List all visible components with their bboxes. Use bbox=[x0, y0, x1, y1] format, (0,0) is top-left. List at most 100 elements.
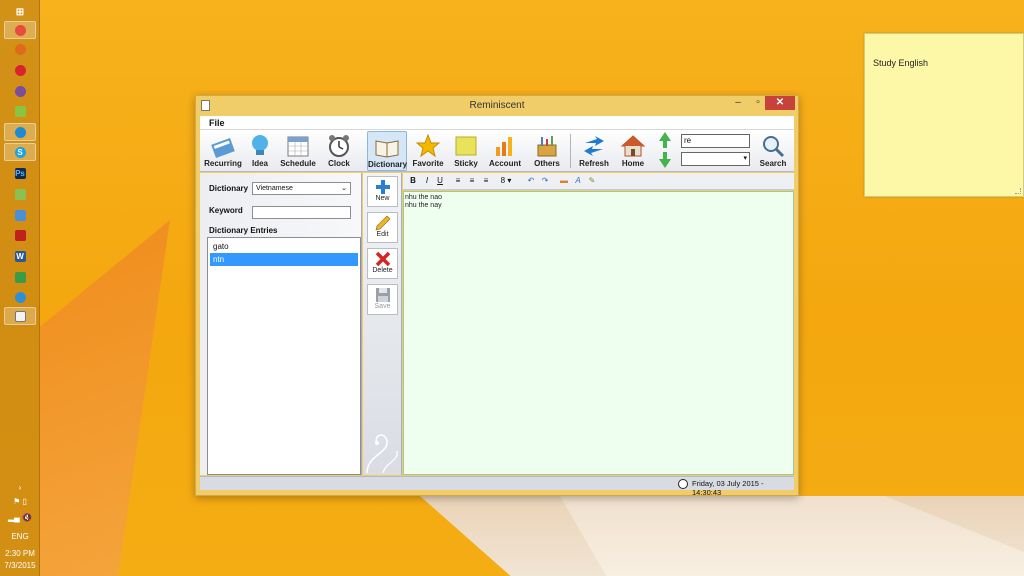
decorative-swirl bbox=[366, 434, 398, 474]
taskbar-skype[interactable]: S bbox=[4, 143, 36, 161]
sticky-note-text[interactable]: Study English bbox=[873, 58, 928, 68]
taskbar-reminiscent[interactable] bbox=[4, 307, 36, 325]
taskbar-firefox[interactable] bbox=[4, 40, 36, 58]
delete-button[interactable]: Delete bbox=[367, 248, 398, 279]
clock-time[interactable]: 2:30 PM bbox=[0, 549, 40, 558]
lightbulb-icon bbox=[252, 135, 268, 155]
close-button[interactable]: ✕ bbox=[765, 96, 795, 110]
editor-line: nhu the nao bbox=[405, 194, 442, 201]
photoshop-icon: Ps bbox=[14, 167, 26, 179]
new-button[interactable]: New bbox=[367, 176, 398, 207]
clock-button[interactable]: Clock bbox=[324, 131, 354, 171]
pencil-icon bbox=[375, 215, 390, 231]
keyword-input[interactable] bbox=[252, 206, 351, 219]
firefox-icon bbox=[14, 43, 26, 55]
chevron-down-icon: ▾ bbox=[743, 155, 747, 162]
taskbar-opera[interactable] bbox=[4, 61, 36, 79]
underline-button[interactable]: U bbox=[435, 175, 445, 187]
save-button[interactable]: Save bbox=[367, 284, 398, 315]
search-direction-arrows[interactable] bbox=[655, 131, 675, 171]
language-indicator[interactable]: ENG bbox=[0, 532, 40, 541]
dictionary-label: Dictionary bbox=[209, 184, 249, 193]
entries-label: Dictionary Entries bbox=[209, 226, 278, 235]
align-left-icon[interactable]: ≡ bbox=[452, 175, 464, 187]
recurring-button[interactable]: Recurring bbox=[204, 131, 242, 171]
status-bar: Friday, 03 July 2015 - 14:30:43 bbox=[200, 476, 794, 497]
definition-editor[interactable]: nhu the nao nhu the nay bbox=[403, 191, 794, 475]
keyword-label: Keyword bbox=[209, 206, 243, 215]
toolbar-separator bbox=[570, 134, 571, 168]
highlight-icon[interactable]: ▬ bbox=[558, 175, 570, 187]
taskbar-photoshop[interactable]: Ps bbox=[4, 164, 36, 182]
title-bar[interactable]: Reminiscent – ▫ ✕ bbox=[196, 96, 798, 115]
skype-icon: S bbox=[14, 146, 26, 158]
minimize-button[interactable]: – bbox=[731, 96, 745, 110]
tor-icon bbox=[14, 85, 26, 97]
bold-button[interactable]: B bbox=[408, 175, 418, 187]
clear-format-icon[interactable]: ✎ bbox=[586, 175, 598, 187]
idea-button[interactable]: Idea bbox=[246, 131, 274, 171]
search-category-select[interactable]: ▾ bbox=[681, 152, 750, 166]
menu-bar: File bbox=[200, 116, 794, 130]
notepad-icon bbox=[14, 188, 26, 200]
plus-icon bbox=[375, 180, 390, 194]
font-color-icon[interactable]: A bbox=[572, 175, 584, 187]
undo-icon[interactable]: ↶ bbox=[525, 175, 537, 187]
dictionary-select[interactable]: Vietnamese ⌄ bbox=[252, 182, 351, 195]
font-size-select[interactable]: 8 ▾ bbox=[497, 175, 515, 187]
resize-grip[interactable] bbox=[1015, 188, 1021, 194]
taskbar-ie[interactable] bbox=[4, 123, 36, 141]
alarm-clock-icon bbox=[329, 135, 349, 157]
taskbar-notepad[interactable] bbox=[4, 185, 36, 203]
sticky-button[interactable]: Sticky bbox=[450, 131, 482, 171]
dictionary-select-value: Vietnamese bbox=[256, 185, 293, 192]
android-icon bbox=[14, 105, 26, 117]
taskbar: ⊞ S Ps W › ⚑ ▯ ▂▄ 🔇 ENG 2:30 PM 7/3/2015 bbox=[0, 0, 40, 576]
wallpaper-shape bbox=[40, 220, 170, 576]
favorite-button[interactable]: Favorite bbox=[410, 131, 446, 171]
taskbar-acrobat[interactable] bbox=[4, 226, 36, 244]
taskbar-word[interactable]: W bbox=[4, 247, 36, 265]
tray-expand-icon[interactable]: › bbox=[0, 483, 40, 492]
list-item[interactable]: gato bbox=[210, 240, 358, 253]
refresh-button[interactable]: Refresh bbox=[576, 131, 612, 171]
taskbar-app-blue[interactable] bbox=[4, 288, 36, 306]
refresh-icon bbox=[584, 136, 604, 156]
ie-icon bbox=[14, 126, 26, 138]
toolbox-icon bbox=[537, 136, 557, 157]
opera-icon bbox=[14, 64, 26, 76]
magnifier-icon bbox=[763, 136, 785, 158]
entries-list[interactable]: gato ntn bbox=[207, 237, 361, 475]
italic-button[interactable]: I bbox=[422, 175, 432, 187]
clipboard-icon bbox=[14, 310, 26, 322]
menu-file[interactable]: File bbox=[209, 118, 225, 128]
taskbar-tor[interactable] bbox=[4, 82, 36, 100]
search-input[interactable]: re bbox=[681, 134, 750, 148]
edit-button[interactable]: Edit bbox=[367, 212, 398, 243]
dictionary-button[interactable]: Dictionary bbox=[367, 131, 407, 171]
main-toolbar: Recurring Idea Schedule Clock Dictionary… bbox=[200, 130, 794, 172]
sticky-note[interactable]: Study English bbox=[864, 33, 1024, 197]
taskbar-chrome[interactable] bbox=[4, 21, 36, 39]
account-button[interactable]: Account bbox=[486, 131, 524, 171]
clock-date[interactable]: 7/3/2015 bbox=[0, 561, 40, 570]
taskbar-app-green[interactable] bbox=[4, 268, 36, 286]
sticky-note-icon bbox=[455, 136, 477, 156]
tray-network-icon[interactable]: ▂▄ 🔇 bbox=[0, 513, 40, 522]
floppy-disk-icon bbox=[375, 288, 390, 302]
taskbar-photos[interactable] bbox=[4, 206, 36, 224]
tray-flag-icon[interactable]: ⚑ ▯ bbox=[0, 497, 40, 506]
taskbar-android[interactable] bbox=[4, 102, 36, 120]
home-button[interactable]: Home bbox=[616, 131, 650, 171]
start-button[interactable]: ⊞ bbox=[4, 3, 36, 21]
align-right-icon[interactable]: ≡ bbox=[480, 175, 492, 187]
redo-icon[interactable]: ↷ bbox=[539, 175, 551, 187]
chevron-down-icon: ⌄ bbox=[341, 185, 347, 192]
align-center-icon[interactable]: ≡ bbox=[466, 175, 478, 187]
search-button[interactable]: Search bbox=[756, 131, 790, 171]
schedule-button[interactable]: Schedule bbox=[278, 131, 318, 171]
format-toolbar: B I U ≡ ≡ ≡ 8 ▾ ↶ ↷ ▬ A ✎ bbox=[403, 173, 794, 190]
others-button[interactable]: Others bbox=[530, 131, 564, 171]
list-item-selected[interactable]: ntn bbox=[210, 253, 358, 266]
maximize-button[interactable]: ▫ bbox=[751, 96, 765, 110]
